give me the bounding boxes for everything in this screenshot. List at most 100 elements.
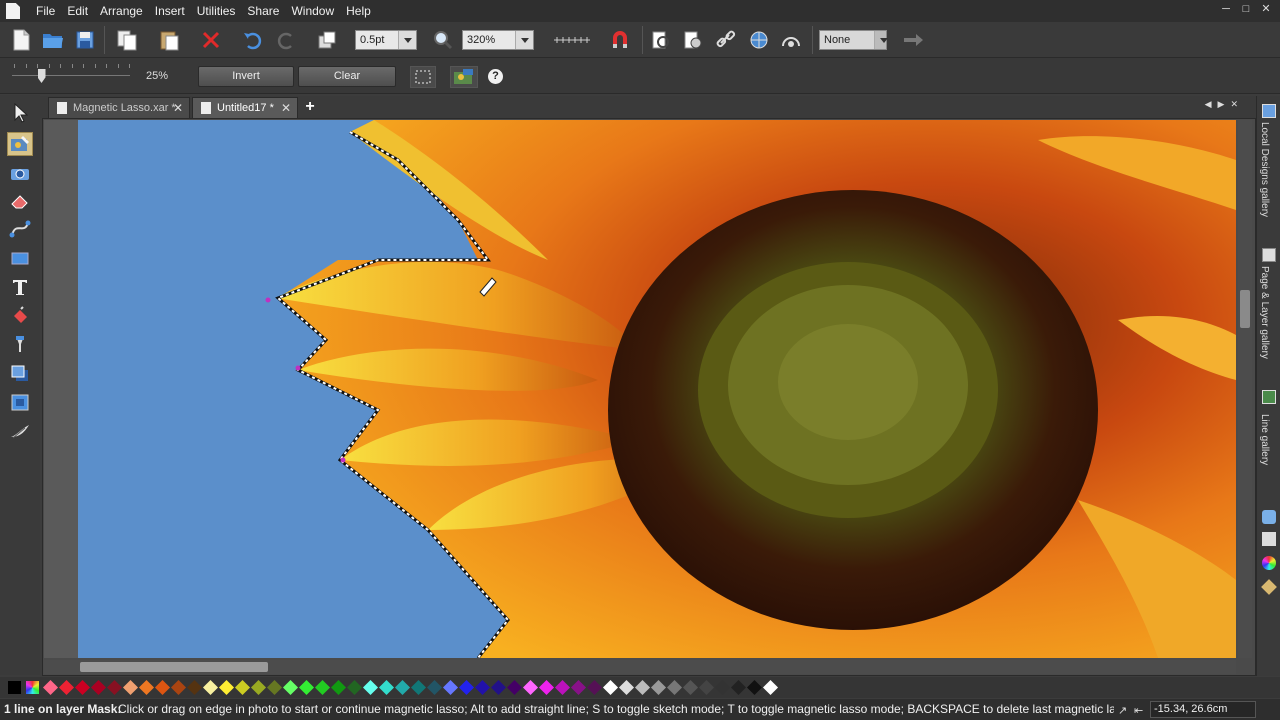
font-gallery-icon[interactable] (1262, 532, 1276, 546)
minimize-icon[interactable]: ─ (1220, 3, 1232, 15)
menu-help[interactable]: Help (340, 0, 377, 22)
line-width-combo[interactable]: 0.5pt (355, 30, 417, 50)
selection-marquee-icon[interactable] (410, 66, 436, 88)
color-swatch[interactable] (522, 679, 539, 696)
snap-magnet-icon[interactable] (607, 27, 633, 53)
export-icon[interactable] (680, 27, 706, 53)
selector-tool-icon[interactable] (7, 101, 33, 125)
tag-icon[interactable] (1261, 579, 1277, 595)
new-tab-button[interactable]: + (302, 98, 318, 116)
color-swatch[interactable] (26, 681, 39, 694)
photo-tool-icon[interactable] (7, 132, 33, 156)
tab-untitled17[interactable]: Untitled17 * ✕ (192, 97, 298, 118)
color-swatch[interactable] (618, 679, 635, 696)
fill-tool-icon[interactable] (7, 304, 33, 328)
color-swatch[interactable] (250, 679, 267, 696)
color-swatch[interactable] (90, 679, 107, 696)
tab-scroll-controls[interactable]: ◀▶✕ (1205, 99, 1244, 110)
color-swatch[interactable] (714, 679, 731, 696)
close-tab-icon[interactable]: ✕ (281, 98, 291, 118)
color-swatch[interactable] (474, 679, 491, 696)
page-layer-icon[interactable] (1262, 248, 1276, 262)
bevel-tool-icon[interactable] (7, 390, 33, 414)
new-document-icon[interactable] (8, 27, 34, 53)
transform-icon[interactable] (314, 27, 340, 53)
color-swatch[interactable] (202, 679, 219, 696)
color-swatch[interactable] (554, 679, 571, 696)
horizontal-scroll-thumb[interactable] (80, 662, 268, 672)
menu-share[interactable]: Share (241, 0, 285, 22)
transparency-tool-icon[interactable] (7, 332, 33, 356)
eraser-tool-icon[interactable] (7, 189, 33, 213)
color-swatch[interactable] (538, 679, 555, 696)
feather-slider[interactable] (12, 75, 130, 76)
color-swatch[interactable] (426, 679, 443, 696)
color-swatch[interactable] (730, 679, 747, 696)
page-layer-gallery-tab[interactable]: Page & Layer gallery (1259, 266, 1270, 359)
color-swatch[interactable] (314, 679, 331, 696)
paste-icon[interactable] (156, 27, 182, 53)
color-swatch[interactable] (378, 679, 395, 696)
print-preview-icon[interactable] (648, 27, 674, 53)
color-swatch[interactable] (490, 679, 507, 696)
local-designs-icon[interactable] (1262, 104, 1276, 118)
sunflower-photo[interactable] (78, 120, 1236, 658)
color-swatch[interactable] (266, 679, 283, 696)
fill-none-combo[interactable]: None (819, 30, 888, 50)
rectangle-tool-icon[interactable] (7, 246, 33, 270)
color-swatch[interactable] (506, 679, 523, 696)
color-swatch[interactable] (458, 679, 475, 696)
delete-icon[interactable] (198, 27, 224, 53)
zoom-combo[interactable]: 320% (462, 30, 534, 50)
color-swatch[interactable] (346, 679, 363, 696)
color-swatch[interactable] (634, 679, 651, 696)
color-swatch[interactable] (138, 679, 155, 696)
publish-icon[interactable] (778, 27, 804, 53)
chevron-down-icon[interactable] (515, 31, 533, 49)
tab-magnetic-lasso[interactable]: Magnetic Lasso.xar * ✕ (48, 97, 190, 118)
copy-icon[interactable] (114, 27, 140, 53)
close-tab-icon[interactable]: ✕ (173, 98, 183, 118)
color-swatch[interactable] (106, 679, 123, 696)
save-icon[interactable] (72, 27, 98, 53)
color-swatch[interactable] (442, 679, 459, 696)
local-designs-gallery-tab[interactable]: Local Designs gallery (1259, 122, 1270, 217)
undo-icon[interactable] (240, 27, 266, 53)
feather-brush-tool-icon[interactable] (7, 419, 33, 443)
vertical-scrollbar[interactable] (1238, 120, 1252, 658)
color-swatch[interactable] (122, 679, 139, 696)
vertical-scroll-thumb[interactable] (1240, 290, 1250, 328)
color-swatch[interactable] (650, 679, 667, 696)
color-swatch[interactable] (282, 679, 299, 696)
color-swatch[interactable] (74, 679, 91, 696)
redo-icon[interactable] (273, 27, 299, 53)
color-swatch[interactable] (570, 679, 587, 696)
color-swatch[interactable] (698, 679, 715, 696)
color-swatch[interactable] (746, 679, 763, 696)
color-swatch[interactable] (58, 679, 75, 696)
shape-editor-tool-icon[interactable] (7, 217, 33, 241)
color-swatch[interactable] (186, 679, 203, 696)
color-swatch[interactable] (8, 681, 21, 694)
color-swatch[interactable] (42, 679, 59, 696)
open-folder-icon[interactable] (40, 27, 66, 53)
color-swatch[interactable] (154, 679, 171, 696)
color-swatch[interactable] (586, 679, 603, 696)
line-gallery-tab[interactable]: Line gallery (1259, 414, 1270, 465)
fill-gallery-icon[interactable] (1262, 510, 1276, 524)
web-preview-icon[interactable] (746, 27, 772, 53)
menu-arrange[interactable]: Arrange (94, 0, 149, 22)
clear-button[interactable]: Clear (298, 66, 396, 87)
arrow-right-icon[interactable] (900, 27, 926, 53)
color-gallery-icon[interactable] (1262, 556, 1276, 570)
color-swatch[interactable] (762, 679, 779, 696)
zoom-icon[interactable] (430, 27, 456, 53)
camera-tool-icon[interactable] (7, 161, 33, 185)
shadow-tool-icon[interactable] (7, 361, 33, 385)
chevron-right-icon[interactable] (874, 31, 888, 49)
ruler-icon[interactable] (552, 27, 592, 53)
web-link-icon[interactable] (713, 27, 739, 53)
close-icon[interactable]: ✕ (1260, 3, 1272, 15)
line-gallery-icon[interactable] (1262, 390, 1276, 404)
color-swatch[interactable] (602, 679, 619, 696)
